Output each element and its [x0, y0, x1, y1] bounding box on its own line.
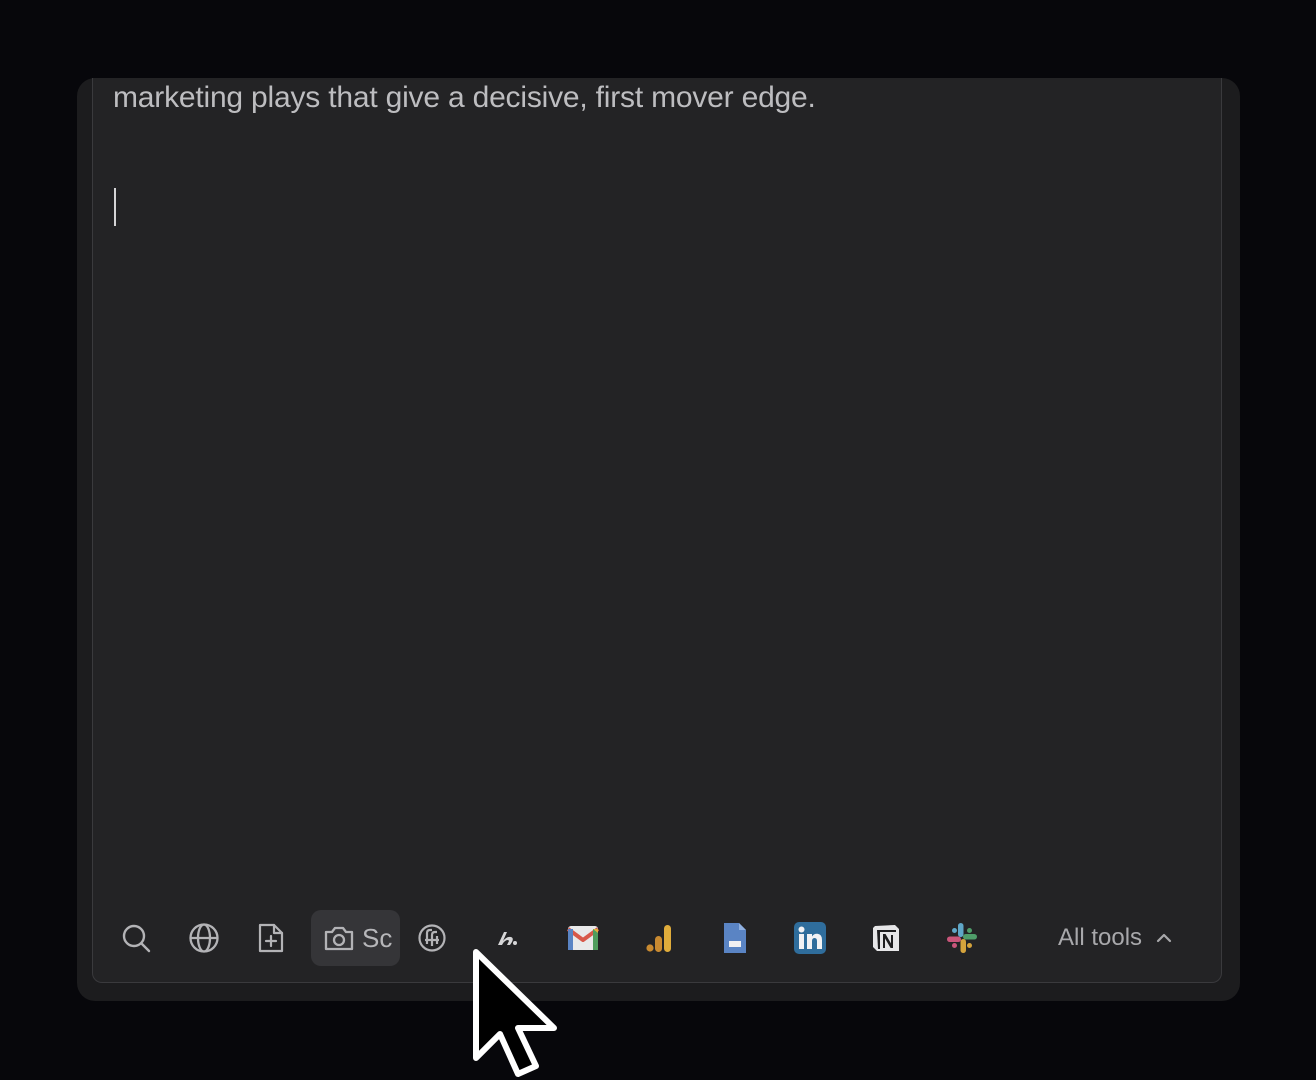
app-window: marketing plays that give a decisive, fi…	[0, 0, 1316, 1080]
all-tools-label: All tools	[1058, 924, 1143, 951]
screenshot-tool-label: Sc	[362, 922, 393, 953]
google-analytics-icon	[646, 925, 671, 952]
linkedin-icon	[794, 922, 826, 954]
web-tool-button[interactable]	[180, 912, 228, 964]
all-tools-button[interactable]: All tools	[1058, 914, 1172, 962]
linkedin-tool-button[interactable]	[786, 912, 834, 964]
slack-tool-button[interactable]	[938, 912, 986, 964]
docs-tool-button[interactable]	[711, 912, 759, 964]
ahrefs-icon	[498, 932, 517, 945]
globe-icon	[189, 923, 219, 953]
text-caret	[114, 188, 116, 226]
slack-icon	[947, 923, 977, 953]
notion-tool-button[interactable]	[862, 912, 910, 964]
search-icon	[122, 924, 151, 953]
prompt-editor[interactable]: marketing plays that give a decisive, fi…	[92, 78, 1222, 983]
notion-icon	[873, 925, 899, 951]
openai-tool-button[interactable]	[408, 912, 456, 964]
ahrefs-tool-button[interactable]	[483, 912, 531, 964]
google-docs-icon	[724, 923, 746, 953]
openai-icon	[418, 924, 446, 952]
chevron-up-icon	[1156, 933, 1172, 943]
gmail-icon	[567, 926, 599, 950]
add-file-button[interactable]	[247, 912, 295, 964]
screenshot-tool-button[interactable]: Sc	[311, 910, 400, 966]
search-tool-button[interactable]	[112, 912, 160, 964]
camera-icon	[324, 926, 354, 951]
analytics-tool-button[interactable]	[635, 912, 683, 964]
gmail-tool-button[interactable]	[559, 912, 607, 964]
editor-text: marketing plays that give a decisive, fi…	[113, 81, 816, 114]
file-add-icon	[258, 923, 284, 953]
